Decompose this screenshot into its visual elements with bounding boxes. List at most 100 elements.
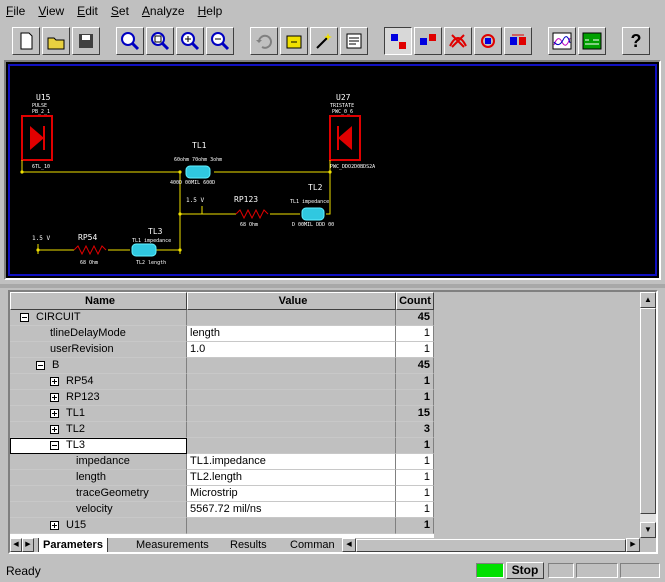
row-name-cell[interactable]: CIRCUIT <box>10 310 187 326</box>
collapse-icon[interactable] <box>20 313 29 322</box>
u15-part[interactable]: U15 PULSE PB_2_1 6TL_10 <box>21 93 53 170</box>
help-button[interactable]: ? <box>622 27 650 55</box>
row-name-cell[interactable]: TL2 <box>10 422 187 438</box>
expand-icon[interactable] <box>50 521 59 530</box>
row-count-cell: 1 <box>396 454 434 470</box>
tab-results[interactable]: Results <box>226 538 271 552</box>
u27-name: U27 <box>336 93 351 102</box>
row-name-cell[interactable]: traceGeometry <box>10 486 187 502</box>
new-file-button[interactable] <box>12 27 40 55</box>
expand-icon[interactable] <box>50 377 59 386</box>
row-name-label: tlineDelayMode <box>50 327 126 339</box>
row-value-cell <box>187 422 396 438</box>
row-name-label: CIRCUIT <box>36 311 81 323</box>
u27-part[interactable]: U27 TRISTATE PWC_0_6 PWC_DDO2D0BDS2A <box>329 93 375 170</box>
row-name-label: impedance <box>76 455 130 467</box>
vsrc2-label: 1.5 V <box>32 235 50 242</box>
zoom-in-button[interactable] <box>176 27 204 55</box>
zoom-area-button[interactable] <box>146 27 174 55</box>
tab-measurements[interactable]: Measurements <box>132 538 213 552</box>
row-name-cell[interactable]: impedance <box>10 454 187 470</box>
tl2-part[interactable]: TL2 TL1 impedance D 00MIL DDD 00 <box>290 183 334 228</box>
status-bar: Ready Stop <box>0 560 665 582</box>
scroll-thumb[interactable] <box>640 308 656 514</box>
row-name-cell[interactable]: userRevision <box>10 342 187 358</box>
tab-parameters[interactable]: Parameters <box>38 538 108 552</box>
edit-part-button[interactable] <box>280 27 308 55</box>
row-value-cell[interactable]: TL1.impedance <box>187 454 396 470</box>
expand-icon[interactable] <box>50 425 59 434</box>
row-count-cell: 15 <box>396 406 434 422</box>
row-name-cell[interactable]: RP54 <box>10 374 187 390</box>
scroll-up-button[interactable]: ▲ <box>640 292 656 308</box>
vertical-scrollbar[interactable]: ▲ ▼ <box>640 292 656 538</box>
row-name-cell[interactable]: tlineDelayMode <box>10 326 187 342</box>
row-count-cell: 1 <box>396 326 434 342</box>
rp123-part[interactable]: RP123 68 Ohm <box>234 195 269 228</box>
vsrc1-label: 1.5 V <box>186 197 204 204</box>
menu-set[interactable]: Set <box>111 4 129 18</box>
row-name-cell[interactable]: RP123 <box>10 390 187 406</box>
row-value-cell[interactable]: length <box>187 326 396 342</box>
column-header-count[interactable]: Count <box>396 292 434 310</box>
menu-edit[interactable]: Edit <box>77 4 98 18</box>
tab-scroll-right[interactable]: ▶ <box>22 538 34 552</box>
row-value-cell <box>187 390 396 406</box>
swap-button[interactable] <box>504 27 532 55</box>
select-mode-button[interactable] <box>384 27 412 55</box>
schematic-canvas[interactable]: U15 PULSE PB_2_1 6TL_10 U27 TRISTATE PWC… <box>4 60 661 280</box>
properties-button[interactable] <box>340 27 368 55</box>
tl3-line1: TL1 impedance <box>132 238 171 244</box>
column-header-name[interactable]: Name <box>10 292 187 310</box>
menu-help[interactable]: Help <box>198 4 223 18</box>
rotate-button[interactable] <box>474 27 502 55</box>
row-name-cell[interactable]: U15 <box>10 518 187 534</box>
delete-button[interactable] <box>444 27 472 55</box>
wizard-button[interactable] <box>310 27 338 55</box>
save-button[interactable] <box>72 27 100 55</box>
hscroll-thumb[interactable] <box>356 539 626 552</box>
row-count-cell: 1 <box>396 486 434 502</box>
expand-icon[interactable] <box>50 393 59 402</box>
undo-button[interactable] <box>250 27 278 55</box>
menu-view[interactable]: View <box>38 4 64 18</box>
stop-button[interactable]: Stop <box>506 562 544 579</box>
hscroll-left-button[interactable]: ◀ <box>342 538 356 552</box>
row-value-cell[interactable]: Microstrip <box>187 486 396 502</box>
row-value-cell <box>187 358 396 374</box>
row-name-cell[interactable]: TL1 <box>10 406 187 422</box>
collapse-icon[interactable] <box>50 441 59 450</box>
u27-model2: PWC_0_6 <box>332 109 353 115</box>
zoom-fit-button[interactable] <box>116 27 144 55</box>
row-name-label: velocity <box>76 503 113 515</box>
expand-icon[interactable] <box>50 409 59 418</box>
tab-commands[interactable]: Comman <box>286 538 340 552</box>
row-count-cell: 45 <box>396 310 434 326</box>
menu-analyze[interactable]: Analyze <box>142 4 185 18</box>
row-name-cell[interactable]: velocity <box>10 502 187 518</box>
menu-file[interactable]: File <box>6 4 25 18</box>
row-name-cell[interactable]: B <box>10 358 187 374</box>
tab-scroll-left[interactable]: ◀ <box>10 538 22 552</box>
collapse-icon[interactable] <box>36 361 45 370</box>
splitter[interactable] <box>0 284 665 288</box>
simulate-icon <box>582 32 602 50</box>
rp54-part[interactable]: RP54 68 Ohm <box>73 233 107 266</box>
waveform-button[interactable] <box>548 27 576 55</box>
row-value-cell[interactable]: TL2.length <box>187 470 396 486</box>
row-value-cell[interactable]: 1.0 <box>187 342 396 358</box>
move-button[interactable] <box>414 27 442 55</box>
tl1-part[interactable]: TL1 60ohm 70ohm 3ohm 400D 00MIL 600D <box>170 141 222 186</box>
tl3-part[interactable]: TL3 TL1 impedance TL2 length <box>131 227 171 266</box>
u15-pin: 6TL_10 <box>32 164 50 170</box>
open-folder-button[interactable] <box>42 27 70 55</box>
row-name-cell[interactable]: length <box>10 470 187 486</box>
column-header-value[interactable]: Value <box>187 292 396 310</box>
tl1-line1: 60ohm 70ohm 3ohm <box>174 157 222 163</box>
simulate-button[interactable] <box>578 27 606 55</box>
scroll-down-button[interactable]: ▼ <box>640 522 656 538</box>
row-name-cell[interactable]: TL3 <box>10 438 187 454</box>
zoom-out-button[interactable] <box>206 27 234 55</box>
hscroll-right-button[interactable]: ▶ <box>626 538 640 552</box>
row-value-cell[interactable]: 5567.72 mil/ns <box>187 502 396 518</box>
